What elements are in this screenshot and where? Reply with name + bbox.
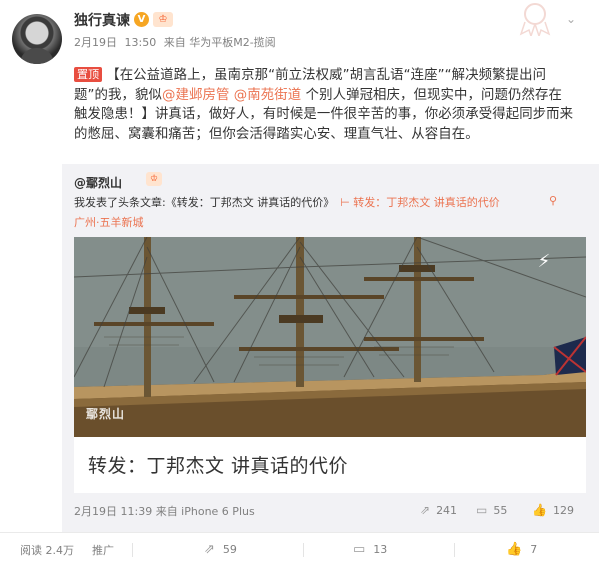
weibo-card: 独行真谏 V ♔ ⌄ 2月19日 13:50 来自 华为平板M2-揽阅 置顶 【在… <box>0 0 599 569</box>
like-button[interactable]: 👍 7 <box>506 542 537 557</box>
like-icon: 👍 <box>506 542 523 557</box>
vip-crown-icon: ♔ <box>146 172 162 186</box>
read-count: 阅读 2.4万 <box>20 544 74 557</box>
action-bar: 阅读 2.4万 推广 ⇗ 59 ▭ 13 👍 7 <box>0 532 599 569</box>
article-link-icon: ⊢ <box>340 196 350 209</box>
article-title[interactable]: 转发：丁邦杰文 讲真话的代价 <box>88 451 348 478</box>
original-text: 我发表了头条文章:《转发：丁邦杰文 讲真话的代价》 ⊢ 转发：丁邦杰文 讲真话的代… <box>74 194 500 210</box>
divider <box>303 543 304 557</box>
post-meta: 2月19日 13:50 来自 华为平板M2-揽阅 <box>74 34 280 50</box>
decorative-ribbon-icon <box>519 3 551 36</box>
repost-time[interactable]: 2月19日 11:39 来自 iPhone 6 Plus <box>74 503 255 519</box>
forward-icon: ⇗ <box>204 542 215 557</box>
location-link[interactable]: 广州·五羊新城 <box>74 214 144 230</box>
comment-count: 13 <box>373 543 388 556</box>
like-icon: 👍 <box>532 503 547 517</box>
forward-count: 241 <box>436 504 458 517</box>
avatar[interactable] <box>12 14 62 64</box>
verified-icon: V <box>134 12 149 27</box>
avatar-figure <box>20 48 54 64</box>
username[interactable]: 独行真谏 <box>74 10 130 30</box>
like-count: 7 <box>530 543 538 556</box>
promote-button[interactable]: 推广 <box>92 542 114 558</box>
article-card[interactable]: 鄢烈山 ⚡ 转发：丁邦杰文 讲真话的代价 <box>74 237 586 493</box>
comment-icon: ▭ <box>476 503 488 517</box>
comment-icon: ▭ <box>353 542 366 557</box>
repost-comment-stat[interactable]: ▭ 55 <box>476 503 507 517</box>
mention-link[interactable]: @南苑街道 <box>234 88 301 103</box>
ship-model-illustration <box>74 237 586 437</box>
like-count: 129 <box>552 504 574 517</box>
post-time[interactable]: 13:50 <box>125 36 157 49</box>
post-text: 置顶 【在公益道路上，虽南京那“前立法权威”胡言乱语“连座”“解决频繁提出问题”的… <box>74 66 574 144</box>
repost-box: @鄢烈山 ♔ 我发表了头条文章:《转发：丁邦杰文 讲真话的代价》 ⊢ 转发：丁邦杰… <box>62 164 599 532</box>
chevron-down-icon[interactable]: ⌄ <box>566 12 582 26</box>
comment-count: 55 <box>493 504 508 517</box>
forward-count: 59 <box>222 543 237 556</box>
divider <box>454 543 455 557</box>
original-text-prefix: 我发表了头条文章:《转发：丁邦杰文 讲真话的代价》 <box>74 196 335 209</box>
divider <box>132 543 133 557</box>
vip-crown-icon: ♔ <box>153 12 173 27</box>
location-icon: ⚲ <box>549 194 558 207</box>
article-image[interactable]: 鄢烈山 ⚡ <box>74 237 586 437</box>
forward-button[interactable]: ⇗ 59 <box>204 542 237 557</box>
post-date[interactable]: 2月19日 <box>74 36 117 49</box>
article-link[interactable]: 转发：丁邦杰文 讲真话的代价 <box>353 196 500 209</box>
mention-link[interactable]: @建邺房管 <box>162 88 229 103</box>
forward-icon: ⇗ <box>420 503 431 517</box>
post-source: 来自 华为平板M2-揽阅 <box>163 36 276 49</box>
repost-like-stat[interactable]: 👍 129 <box>532 503 574 517</box>
original-author[interactable]: @鄢烈山 <box>74 174 122 191</box>
flash-icon: ⚡ <box>537 251 551 272</box>
comment-button[interactable]: ▭ 13 <box>353 542 387 557</box>
pinned-badge: 置顶 <box>74 67 103 82</box>
repost-forward-stat[interactable]: ⇗ 241 <box>420 503 457 517</box>
image-watermark: 鄢烈山 <box>86 407 126 421</box>
